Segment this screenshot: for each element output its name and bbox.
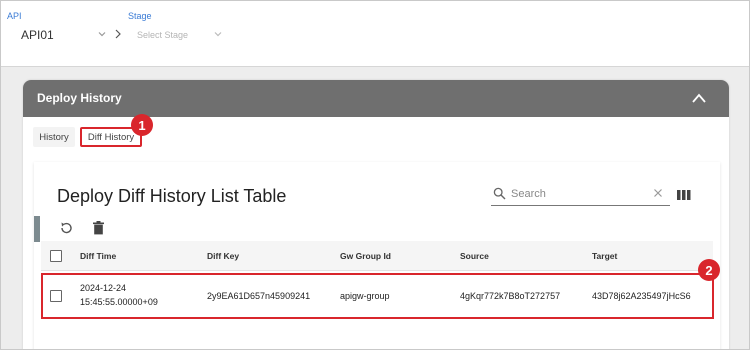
annotation-badge-1: 1 xyxy=(131,114,153,136)
cell-diff-key: 2y9EA61D657n45909241 xyxy=(207,291,311,301)
column-header-gw-group-id[interactable]: Gw Group Id xyxy=(340,251,391,261)
column-header-source[interactable]: Source xyxy=(460,251,489,261)
annotation-badge-2: 2 xyxy=(698,259,720,281)
chevron-right-icon xyxy=(115,29,121,39)
close-icon[interactable] xyxy=(653,188,663,198)
diff-history-table: Diff Time Diff Key Gw Group Id Source Ta… xyxy=(41,241,713,350)
select-all-checkbox[interactable] xyxy=(50,250,62,262)
chevron-down-icon[interactable] xyxy=(212,28,224,40)
chevron-down-icon[interactable] xyxy=(96,28,108,40)
cell-gw-group-id: apigw-group xyxy=(340,291,390,301)
panel-header: Deploy History xyxy=(23,80,729,117)
refresh-icon[interactable] xyxy=(59,221,73,235)
panel-title: Deploy History xyxy=(37,91,122,105)
tab-history[interactable]: History xyxy=(33,127,75,147)
chevron-up-icon[interactable] xyxy=(691,91,707,105)
column-header-diff-time[interactable]: Diff Time xyxy=(80,251,116,261)
stage-select[interactable]: Select Stage xyxy=(137,30,188,40)
column-header-target[interactable]: Target xyxy=(592,251,617,261)
top-selector-bar: API API01 Stage Select Stage xyxy=(1,1,749,67)
search-icon xyxy=(493,187,506,200)
cell-diff-time-time: 15:45:55.00000+09 xyxy=(80,297,158,307)
table-row[interactable]: 2024-12-24 15:45:55.00000+09 2y9EA61D657… xyxy=(41,271,713,319)
search-input[interactable] xyxy=(511,186,649,202)
column-header-diff-key[interactable]: Diff Key xyxy=(207,251,239,261)
card-title: Deploy Diff History List Table xyxy=(57,186,287,206)
cell-source: 4gKqr772k7B8oT272757 xyxy=(460,291,561,301)
diff-history-card: Deploy Diff History List Table Diff Time… xyxy=(34,162,720,350)
columns-icon[interactable] xyxy=(677,189,691,201)
stage-label: Stage xyxy=(128,11,152,21)
trash-icon[interactable] xyxy=(92,221,105,235)
cell-target: 43D78j62A235497jHcS6 xyxy=(592,291,691,301)
cell-diff-time-date: 2024-12-24 xyxy=(80,283,127,293)
table-header: Diff Time Diff Key Gw Group Id Source Ta… xyxy=(41,241,713,271)
row-checkbox[interactable] xyxy=(50,290,62,302)
api-select[interactable]: API01 xyxy=(21,28,54,42)
api-label: API xyxy=(7,11,22,21)
toolbar-accent xyxy=(34,216,40,242)
search-box xyxy=(491,182,670,206)
